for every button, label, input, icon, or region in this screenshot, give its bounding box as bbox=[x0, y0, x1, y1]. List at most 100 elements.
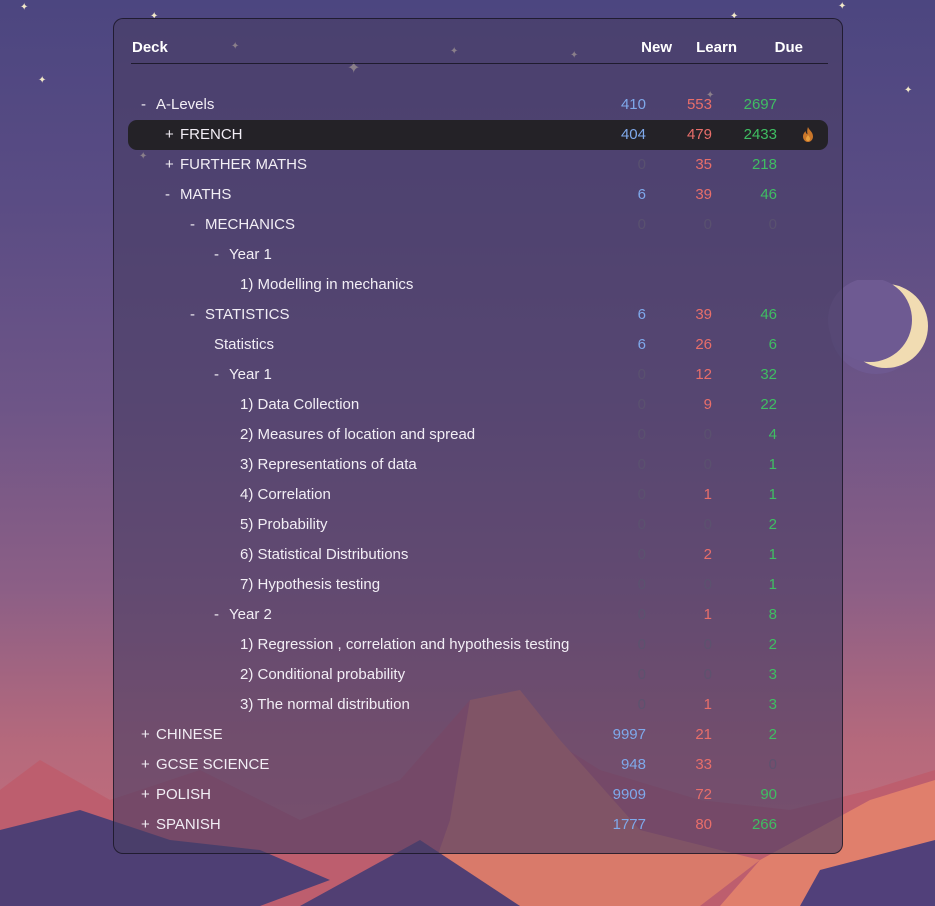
deck-name[interactable]: - Year 2 bbox=[214, 606, 272, 623]
expand-toggle[interactable]: + bbox=[165, 126, 180, 143]
deck-name[interactable]: 2) Conditional probability bbox=[240, 666, 405, 683]
deck-row[interactable]: - A-Levels 410 553 2697 bbox=[128, 90, 828, 120]
deck-row[interactable]: - MECHANICS 0 0 0 bbox=[128, 210, 828, 240]
expand-toggle[interactable]: + bbox=[141, 816, 156, 833]
deck-row[interactable]: 3) Representations of data 0 0 1 bbox=[128, 450, 828, 480]
deck-row[interactable]: + FRENCH 404 479 2433 bbox=[128, 120, 828, 150]
deck-name-label: GCSE SCIENCE bbox=[156, 756, 270, 773]
deck-name[interactable]: 5) Probability bbox=[240, 516, 328, 533]
deck-name[interactable]: + FRENCH bbox=[165, 126, 243, 143]
deck-row[interactable]: 4) Correlation 0 1 1 bbox=[128, 480, 828, 510]
deck-name[interactable]: - STATISTICS bbox=[190, 306, 289, 323]
learn-count: 1 bbox=[703, 486, 712, 503]
new-count: 0 bbox=[637, 396, 646, 413]
deck-row[interactable]: 1) Regression , correlation and hypothes… bbox=[128, 630, 828, 660]
deck-name[interactable]: - Year 1 bbox=[214, 246, 272, 263]
deck-name[interactable]: + GCSE SCIENCE bbox=[141, 756, 269, 773]
deck-row[interactable]: + CHINESE 9997 21 2 bbox=[128, 720, 828, 750]
deck-row[interactable]: + FURTHER MATHS 0 35 218 bbox=[128, 150, 828, 180]
new-count: 0 bbox=[637, 456, 646, 473]
deck-name[interactable]: - MECHANICS bbox=[190, 216, 295, 233]
deck-row[interactable]: - Year 2 0 1 8 bbox=[128, 600, 828, 630]
star-icon: ✦ bbox=[904, 85, 913, 96]
collapse-toggle[interactable]: - bbox=[214, 606, 229, 623]
deck-name[interactable]: Statistics bbox=[214, 336, 274, 353]
expand-toggle[interactable]: + bbox=[165, 156, 180, 173]
learn-count: 0 bbox=[703, 666, 712, 683]
collapse-toggle[interactable]: - bbox=[214, 246, 229, 263]
deck-row[interactable]: 2) Measures of location and spread 0 0 4 bbox=[128, 420, 828, 450]
collapse-toggle[interactable]: - bbox=[165, 186, 180, 203]
deck-name-label: 1) Data Collection bbox=[240, 396, 360, 413]
due-count: 1 bbox=[768, 456, 777, 473]
due-count: 2 bbox=[768, 516, 777, 533]
deck-name[interactable]: + CHINESE bbox=[141, 726, 223, 743]
deck-name[interactable]: 3) The normal distribution bbox=[240, 696, 410, 713]
flame-icon[interactable] bbox=[802, 127, 814, 142]
expand-toggle[interactable]: + bbox=[141, 756, 156, 773]
due-count: 22 bbox=[760, 396, 777, 413]
deck-row[interactable]: - Year 1 0 12 32 bbox=[128, 360, 828, 390]
deck-name[interactable]: 1) Data Collection bbox=[240, 396, 359, 413]
expand-toggle[interactable]: + bbox=[141, 786, 156, 803]
deck-row[interactable]: 2) Conditional probability 0 0 3 bbox=[128, 660, 828, 690]
deck-name-label: Year 1 bbox=[229, 246, 272, 263]
deck-name[interactable]: 3) Representations of data bbox=[240, 456, 417, 473]
deck-row[interactable]: 1) Data Collection 0 9 22 bbox=[128, 390, 828, 420]
deck-name-label: 7) Hypothesis testing bbox=[240, 576, 381, 593]
deck-name[interactable]: - Year 1 bbox=[214, 366, 272, 383]
deck-row[interactable]: 6) Statistical Distributions 0 2 1 bbox=[128, 540, 828, 570]
deck-name[interactable]: - A-Levels bbox=[141, 96, 214, 113]
deck-row[interactable]: Statistics 6 26 6 bbox=[128, 330, 828, 360]
deck-name[interactable]: + SPANISH bbox=[141, 816, 221, 833]
moon-icon bbox=[828, 278, 928, 380]
deck-name-label: POLISH bbox=[156, 786, 212, 803]
learn-count: 26 bbox=[695, 336, 712, 353]
deck-name[interactable]: 7) Hypothesis testing bbox=[240, 576, 380, 593]
collapse-toggle[interactable]: - bbox=[141, 96, 156, 113]
deck-row[interactable]: + POLISH 9909 72 90 bbox=[128, 780, 828, 810]
learn-count: 80 bbox=[695, 816, 712, 833]
deck-name-label: MATHS bbox=[180, 186, 232, 203]
deck-row[interactable]: + SPANISH 1777 80 266 bbox=[128, 810, 828, 840]
column-header-due: Due bbox=[774, 39, 803, 56]
deck-name-label: CHINESE bbox=[156, 726, 223, 743]
column-header-deck: Deck bbox=[132, 39, 168, 56]
collapse-toggle[interactable]: - bbox=[214, 366, 229, 383]
deck-name[interactable]: 2) Measures of location and spread bbox=[240, 426, 475, 443]
due-count: 266 bbox=[751, 816, 777, 833]
collapse-toggle[interactable]: - bbox=[190, 216, 205, 233]
deck-name[interactable]: + POLISH bbox=[141, 786, 211, 803]
learn-count: 39 bbox=[695, 306, 712, 323]
deck-name[interactable]: - MATHS bbox=[165, 186, 231, 203]
new-count: 404 bbox=[620, 126, 646, 143]
deck-row[interactable]: 1) Modelling in mechanics bbox=[128, 270, 828, 300]
new-count: 0 bbox=[637, 636, 646, 653]
due-count: 2 bbox=[768, 726, 777, 743]
new-count: 0 bbox=[637, 666, 646, 683]
deck-row[interactable]: - Year 1 bbox=[128, 240, 828, 270]
deck-name[interactable]: 1) Regression , correlation and hypothes… bbox=[240, 636, 569, 653]
learn-count: 0 bbox=[703, 456, 712, 473]
deck-name[interactable]: 1) Modelling in mechanics bbox=[240, 276, 413, 293]
expand-toggle[interactable]: + bbox=[141, 726, 156, 743]
due-count: 0 bbox=[768, 216, 777, 233]
deck-row[interactable]: - STATISTICS 6 39 46 bbox=[128, 300, 828, 330]
deck-name[interactable]: 6) Statistical Distributions bbox=[240, 546, 408, 563]
deck-name[interactable]: 4) Correlation bbox=[240, 486, 331, 503]
deck-row[interactable]: - MATHS 6 39 46 bbox=[128, 180, 828, 210]
deck-row[interactable]: + GCSE SCIENCE 948 33 0 bbox=[128, 750, 828, 780]
new-count: 6 bbox=[637, 186, 646, 203]
due-count: 46 bbox=[760, 186, 777, 203]
new-count: 0 bbox=[637, 486, 646, 503]
deck-row[interactable]: 5) Probability 0 0 2 bbox=[128, 510, 828, 540]
deck-name-label: 3) The normal distribution bbox=[240, 696, 410, 713]
deck-name[interactable]: + FURTHER MATHS bbox=[165, 156, 307, 173]
new-count: 0 bbox=[637, 426, 646, 443]
new-count: 0 bbox=[637, 366, 646, 383]
learn-count: 21 bbox=[695, 726, 712, 743]
new-count: 0 bbox=[637, 516, 646, 533]
collapse-toggle[interactable]: - bbox=[190, 306, 205, 323]
deck-row[interactable]: 7) Hypothesis testing 0 0 1 bbox=[128, 570, 828, 600]
deck-row[interactable]: 3) The normal distribution 0 1 3 bbox=[128, 690, 828, 720]
